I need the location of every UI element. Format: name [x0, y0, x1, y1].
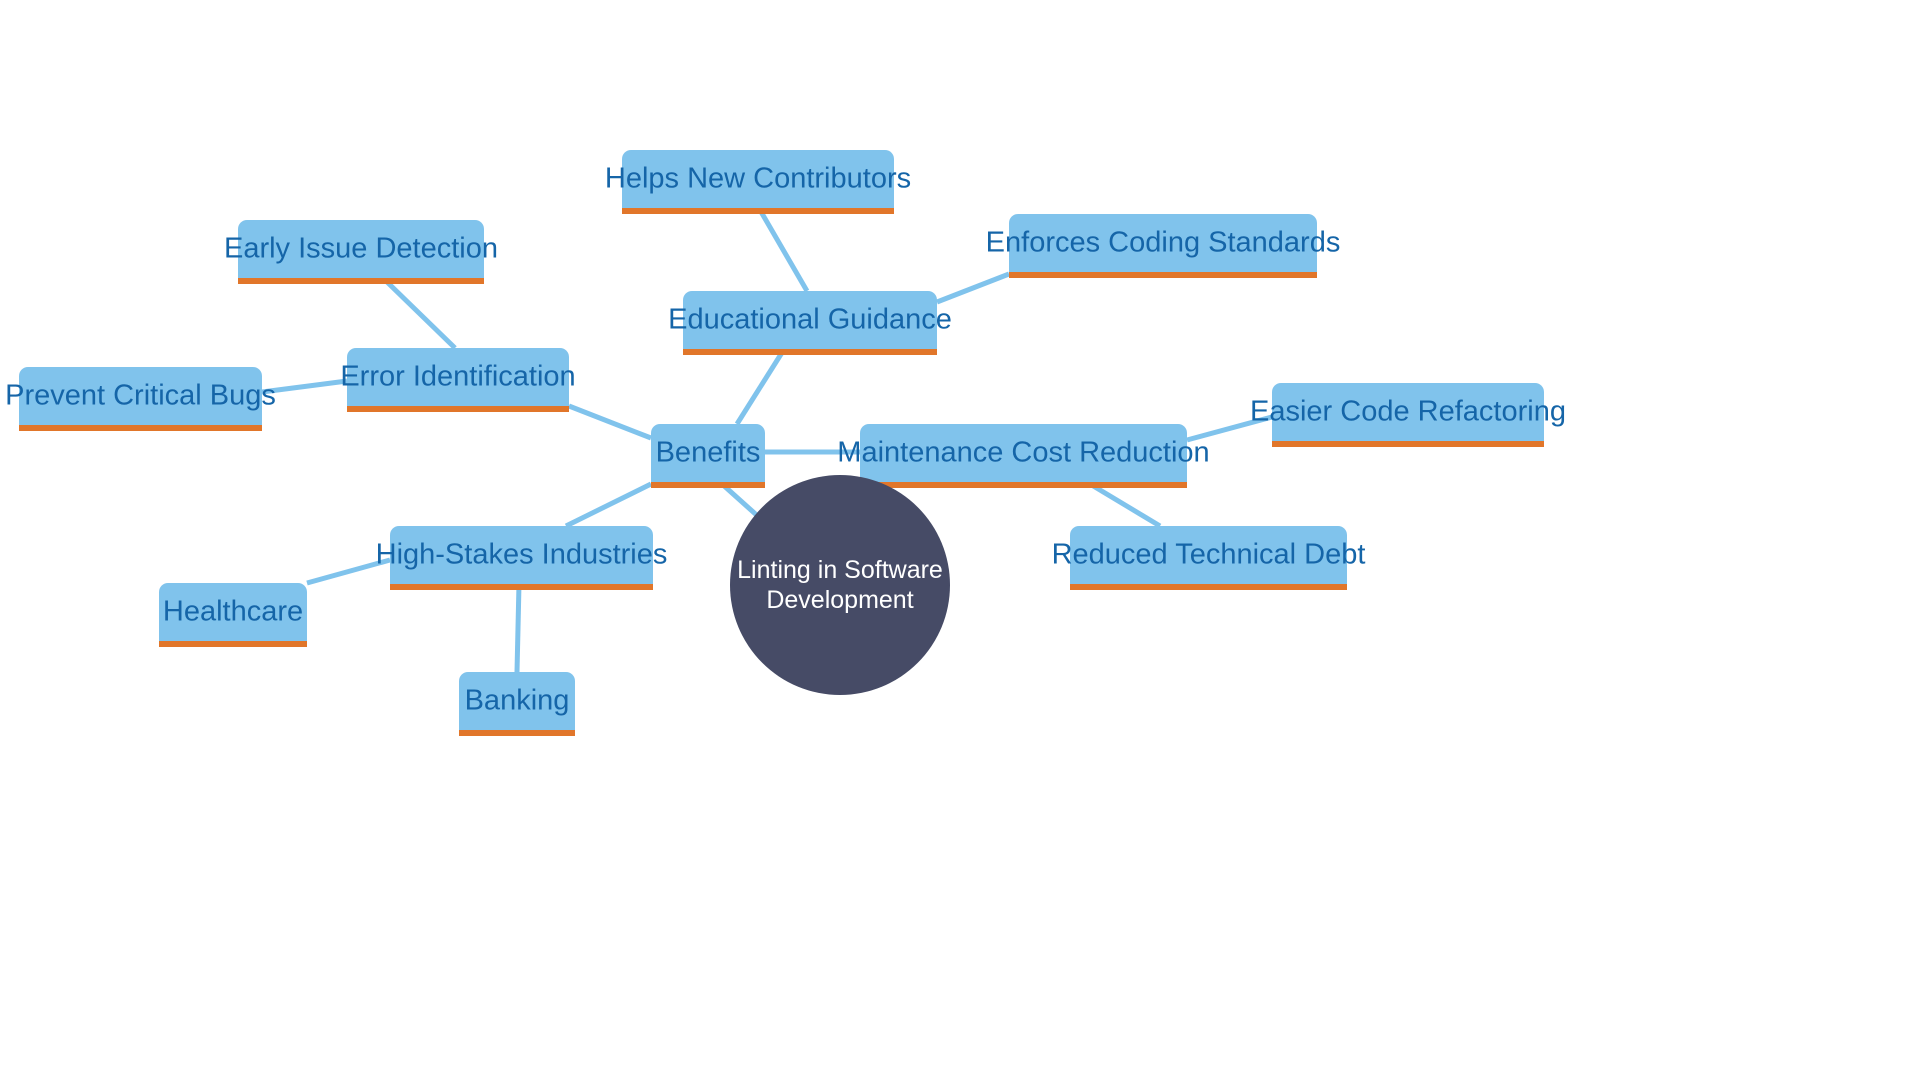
- edge-benefits-educational-guidance: [734, 349, 786, 426]
- node-underline-easier-code-refactoring: [1272, 441, 1544, 447]
- node-label-high-stakes-industries: High-Stakes Industries: [376, 539, 668, 571]
- node-underline-prevent-critical-bugs: [19, 425, 262, 431]
- node-healthcare[interactable]: Healthcare: [159, 583, 307, 647]
- node-helps-new-contributors[interactable]: Helps New Contributors: [605, 150, 911, 214]
- mindmap-canvas: Benefits Error Identification Prevent Crit…: [5, 150, 1566, 736]
- node-box-base-reduced-technical-debt: [1070, 572, 1347, 584]
- node-box-base-error-identification: [347, 394, 569, 406]
- node-label-reduced-technical-debt: Reduced Technical Debt: [1052, 539, 1366, 571]
- node-underline-enforces-coding-standards: [1009, 272, 1317, 278]
- node-maintenance-cost-reduction[interactable]: Maintenance Cost Reduction: [837, 424, 1210, 488]
- node-early-issue-detection[interactable]: Early Issue Detection: [224, 220, 498, 284]
- node-underline-educational-guidance: [683, 349, 937, 355]
- node-label-banking: Banking: [465, 685, 570, 717]
- node-prevent-critical-bugs[interactable]: Prevent Critical Bugs: [5, 367, 276, 431]
- node-underline-helps-new-contributors: [622, 208, 894, 214]
- node-banking[interactable]: Banking: [459, 672, 575, 736]
- node-label-healthcare: Healthcare: [163, 596, 303, 628]
- node-underline-high-stakes-industries: [390, 584, 653, 590]
- node-label-benefits: Benefits: [656, 437, 761, 469]
- center-node[interactable]: Linting in Software Development: [730, 475, 950, 695]
- node-underline-early-issue-detection: [238, 278, 484, 284]
- mindmap-diagram: Benefits Error Identification Prevent Crit…: [0, 0, 1920, 1080]
- node-underline-reduced-technical-debt: [1070, 584, 1347, 590]
- node-label-helps-new-contributors: Helps New Contributors: [605, 163, 911, 195]
- node-box-base-maintenance-cost-reduction: [860, 470, 1187, 482]
- node-box-base-benefits: [651, 470, 765, 482]
- edge-error-early-detection: [383, 278, 457, 350]
- node-underline-banking: [459, 730, 575, 736]
- node-educational-guidance[interactable]: Educational Guidance: [668, 291, 952, 355]
- node-error-identification[interactable]: Error Identification: [340, 348, 576, 412]
- node-underline-benefits: [651, 482, 765, 488]
- center-node-layer: Linting in Software Development: [730, 475, 950, 695]
- node-label-easier-code-refactoring: Easier Code Refactoring: [1250, 396, 1566, 428]
- edge-educational-helps-new: [757, 208, 810, 293]
- node-underline-healthcare: [159, 641, 307, 647]
- node-high-stakes-industries[interactable]: High-Stakes Industries: [376, 526, 668, 590]
- edge-benefits-high-stakes: [564, 481, 653, 529]
- node-box-base-educational-guidance: [683, 337, 937, 349]
- node-box-base-high-stakes-industries: [390, 572, 653, 584]
- node-label-enforces-coding-standards: Enforces Coding Standards: [986, 227, 1341, 259]
- node-benefits[interactable]: Benefits: [651, 424, 765, 488]
- center-node-circle: [730, 475, 950, 695]
- node-reduced-technical-debt[interactable]: Reduced Technical Debt: [1052, 526, 1366, 590]
- node-label-educational-guidance: Educational Guidance: [668, 304, 952, 336]
- node-box-base-banking: [459, 718, 575, 730]
- node-box-base-helps-new-contributors: [622, 196, 894, 208]
- node-enforces-coding-standards[interactable]: Enforces Coding Standards: [986, 214, 1341, 278]
- edge-high-stakes-banking: [514, 583, 522, 673]
- node-label-early-issue-detection: Early Issue Detection: [224, 233, 498, 265]
- node-box-base-easier-code-refactoring: [1272, 429, 1544, 441]
- node-box-base-prevent-critical-bugs: [19, 413, 262, 425]
- node-easier-code-refactoring[interactable]: Easier Code Refactoring: [1250, 383, 1566, 447]
- node-underline-error-identification: [347, 406, 569, 412]
- node-label-error-identification: Error Identification: [340, 361, 575, 393]
- node-box-base-healthcare: [159, 629, 307, 641]
- node-underline-maintenance-cost-reduction: [860, 482, 1187, 488]
- node-label-prevent-critical-bugs: Prevent Critical Bugs: [5, 380, 276, 412]
- node-label-maintenance-cost-reduction: Maintenance Cost Reduction: [837, 437, 1209, 469]
- edge-educational-enforces: [936, 271, 1010, 305]
- node-box-base-early-issue-detection: [238, 266, 484, 278]
- edge-benefits-error-identification: [568, 403, 652, 441]
- node-box-base-enforces-coding-standards: [1009, 260, 1317, 272]
- edge-maintenance-reduced-debt: [1088, 481, 1162, 529]
